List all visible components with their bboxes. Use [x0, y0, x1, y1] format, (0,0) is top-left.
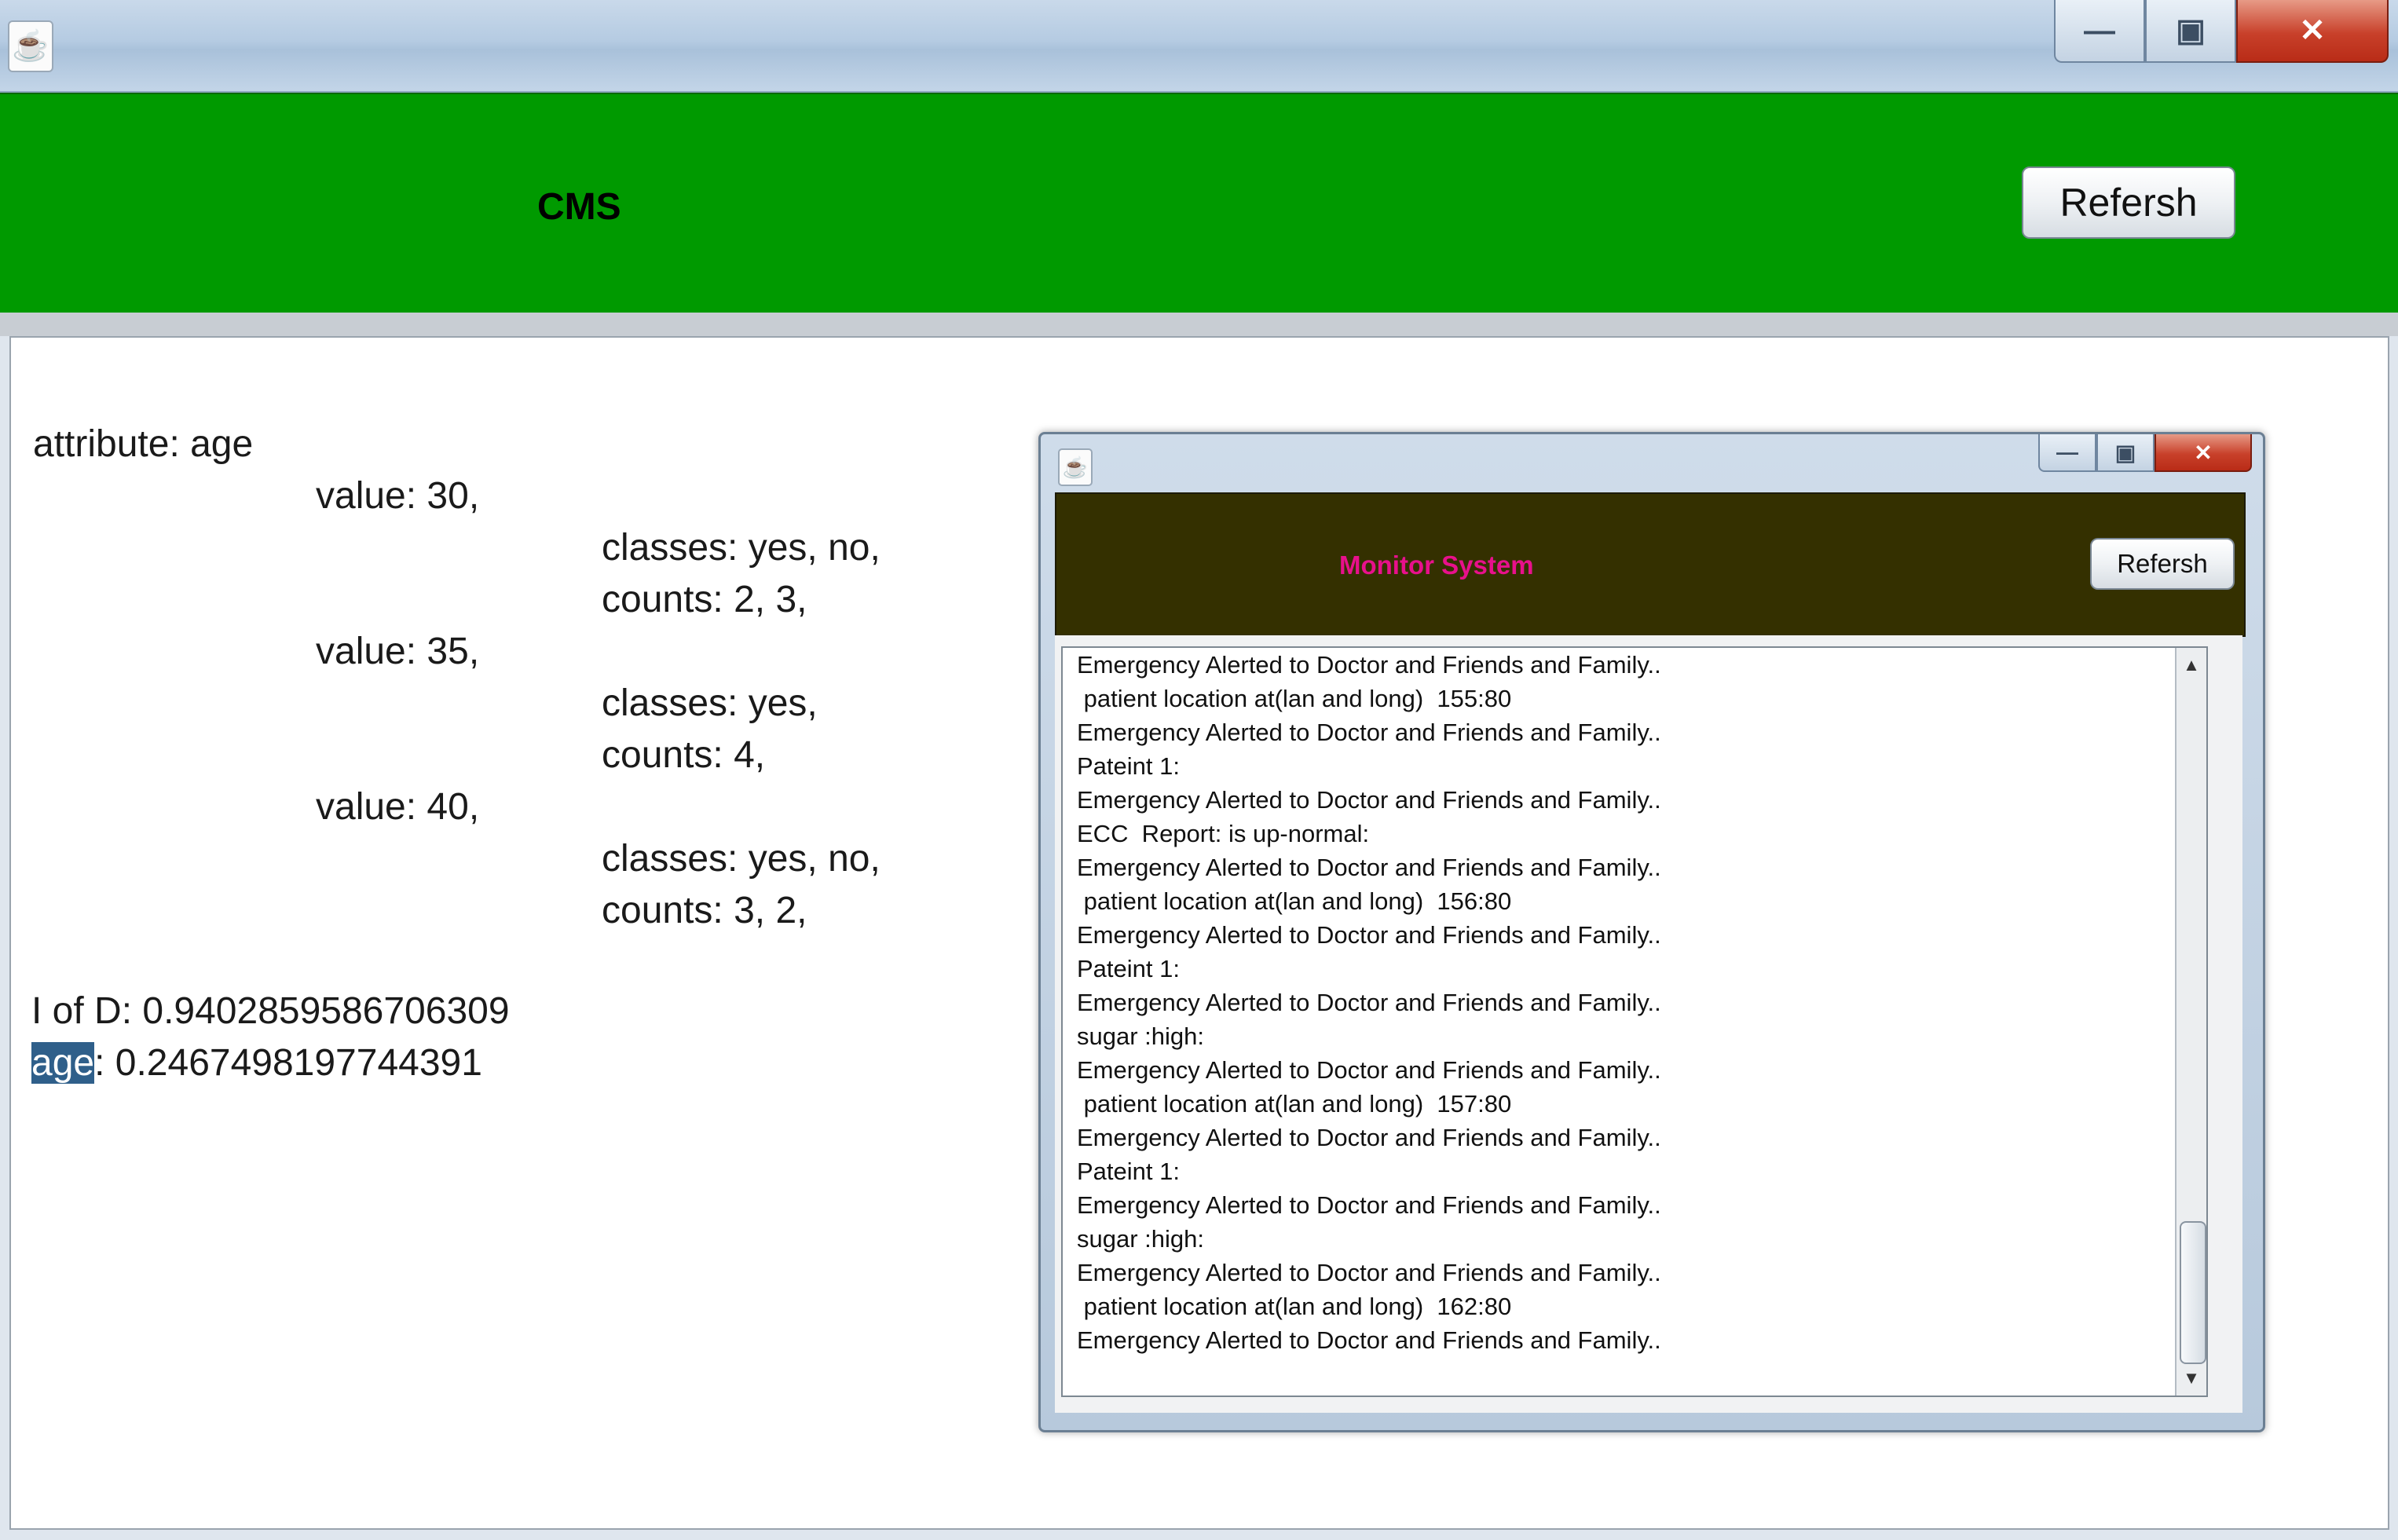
log-line: Emergency Alerted to Doctor and Friends … — [1077, 719, 1661, 746]
log-line: Emergency Alerted to Doctor and Friends … — [1077, 1191, 1661, 1219]
monitor-body: Emergency Alerted to Doctor and Friends … — [1055, 635, 2242, 1413]
window-controls: — ▣ ✕ — [2054, 0, 2389, 63]
maximize-icon[interactable]: ▣ — [2145, 0, 2236, 63]
cms-header: CMS Refersh — [0, 93, 2398, 314]
counts-line: counts: 4, — [602, 734, 766, 776]
main-title-bar: ☕ — ▣ ✕ — [0, 0, 2398, 93]
maximize-icon[interactable]: ▣ — [2096, 434, 2155, 472]
classes-line: classes: yes, — [602, 682, 818, 724]
alert-log-list: Emergency Alerted to Doctor and Friends … — [1063, 648, 2206, 1357]
log-line: Emergency Alerted to Doctor and Friends … — [1077, 1259, 1661, 1286]
scroll-down-icon[interactable]: ▼ — [2177, 1361, 2206, 1396]
log-line: Emergency Alerted to Doctor and Friends … — [1077, 1326, 1661, 1354]
log-line: sugar :high: — [1077, 1022, 1204, 1050]
log-line: Pateint 1: — [1077, 955, 1180, 982]
java-cup-icon: ☕ — [1058, 448, 1093, 486]
close-icon[interactable]: ✕ — [2236, 0, 2389, 63]
log-line: Emergency Alerted to Doctor and Friends … — [1077, 651, 1661, 679]
log-line: sugar :high: — [1077, 1225, 1204, 1253]
log-line: patient location at(lan and long) 156:80 — [1077, 887, 1512, 915]
value-line: value: 35, — [316, 631, 480, 672]
monitor-header: Monitor System Refersh — [1055, 492, 2246, 637]
page-title: CMS — [537, 186, 621, 228]
attribute-line: attribute: age — [33, 423, 254, 465]
classes-line: classes: yes, no, — [602, 527, 880, 569]
classes-line: classes: yes, no, — [602, 838, 880, 880]
refresh-button[interactable]: Refersh — [2022, 166, 2235, 239]
monitor-refresh-button[interactable]: Refersh — [2090, 538, 2235, 590]
entropy-line: I of D: 0.9402859586706309 — [31, 990, 510, 1032]
value-line: value: 30, — [316, 475, 480, 517]
alert-log-area[interactable]: Emergency Alerted to Doctor and Friends … — [1061, 646, 2208, 1397]
log-line: Emergency Alerted to Doctor and Friends … — [1077, 989, 1661, 1016]
scroll-thumb[interactable] — [2180, 1221, 2206, 1364]
log-line: Emergency Alerted to Doctor and Friends … — [1077, 854, 1661, 881]
counts-line: counts: 2, 3, — [602, 579, 807, 620]
gain-line[interactable]: age: 0.2467498197744391 — [31, 1041, 482, 1085]
log-line: Pateint 1: — [1077, 1158, 1180, 1185]
vertical-scrollbar[interactable]: ▲ ▼ — [2175, 648, 2206, 1396]
log-line: Emergency Alerted to Doctor and Friends … — [1077, 1056, 1661, 1084]
monitor-system-window[interactable]: ☕ — ▣ ✕ Monitor System Refersh Emergency… — [1038, 432, 2265, 1432]
minimize-icon[interactable]: — — [2038, 434, 2096, 472]
selected-text[interactable]: age — [31, 1042, 95, 1084]
log-line: Emergency Alerted to Doctor and Friends … — [1077, 1124, 1661, 1151]
monitor-window-controls: — ▣ ✕ — [2038, 434, 2252, 472]
close-icon[interactable]: ✕ — [2155, 434, 2252, 472]
log-line: ECC Report: is up-normal: — [1077, 820, 1370, 847]
value-line: value: 40, — [316, 786, 480, 828]
minimize-icon[interactable]: — — [2054, 0, 2145, 63]
log-line: Pateint 1: — [1077, 752, 1180, 780]
java-cup-icon: ☕ — [8, 20, 53, 72]
log-line: patient location at(lan and long) 155:80 — [1077, 685, 1512, 712]
scroll-up-icon[interactable]: ▲ — [2177, 648, 2206, 682]
log-line: patient location at(lan and long) 157:80 — [1077, 1090, 1512, 1118]
log-line: Emergency Alerted to Doctor and Friends … — [1077, 786, 1661, 814]
log-line: patient location at(lan and long) 162:80 — [1077, 1293, 1512, 1320]
counts-line: counts: 3, 2, — [602, 890, 807, 931]
monitor-title: Monitor System — [1339, 551, 1534, 580]
log-line: Emergency Alerted to Doctor and Friends … — [1077, 921, 1661, 949]
separator-bar — [0, 313, 2398, 336]
gain-value: : 0.2467498197744391 — [94, 1042, 482, 1084]
